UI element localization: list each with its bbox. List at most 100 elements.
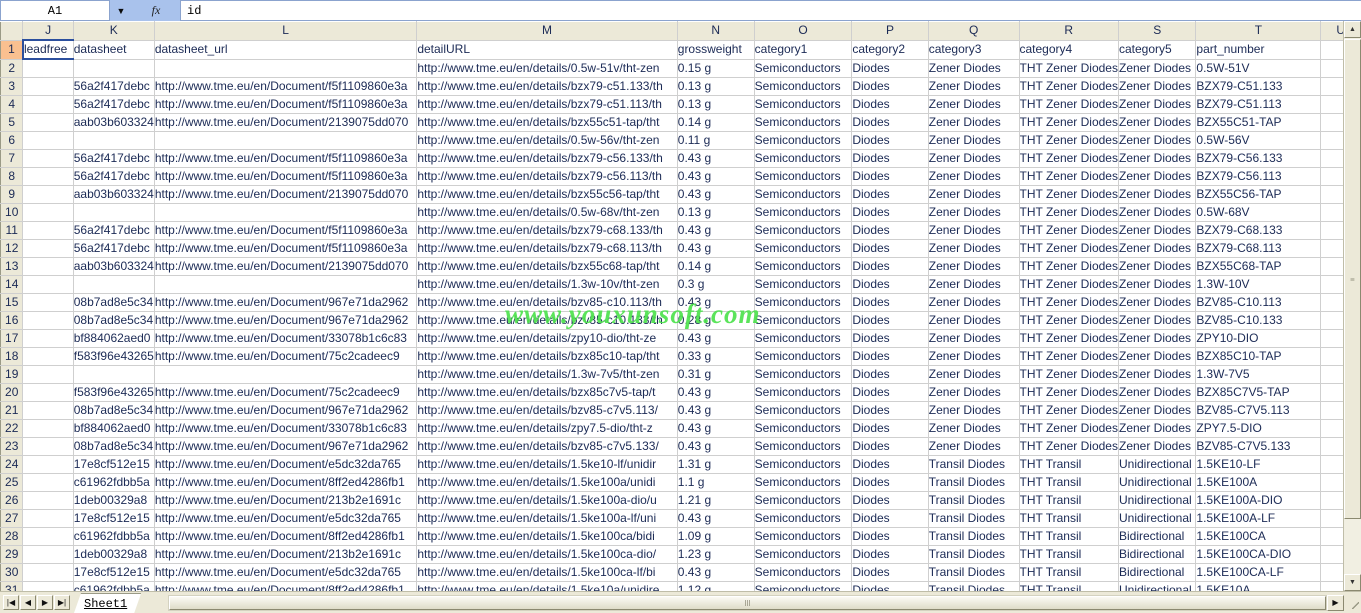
row-header-12[interactable]: 12: [0, 239, 24, 258]
cell-J5[interactable]: [22, 113, 74, 132]
cell-M3[interactable]: http://www.tme.eu/en/details/bzx79-c51.1…: [416, 77, 678, 96]
cell-M16[interactable]: http://www.tme.eu/en/details/bzv85-c10.1…: [416, 311, 678, 330]
row-header-23[interactable]: 23: [0, 437, 24, 456]
cell-K22[interactable]: bf884062aed0: [73, 419, 155, 438]
cell-P18[interactable]: Diodes: [851, 347, 929, 366]
cell-L30[interactable]: http://www.tme.eu/en/Document/e5dc32da76…: [154, 563, 418, 582]
cell-N12[interactable]: 0.43 g: [677, 239, 755, 258]
cell-K29[interactable]: 1deb00329a8: [73, 545, 155, 564]
table-row[interactable]: 26 1deb00329a8 http://www.tme.eu/en/Docume…: [0, 491, 1361, 510]
row-header-29[interactable]: 29: [0, 545, 24, 564]
cell-L8[interactable]: http://www.tme.eu/en/Document/f5f1109860…: [154, 167, 418, 186]
cell-P13[interactable]: Diodes: [851, 257, 929, 276]
cell-S3[interactable]: Zener Diodes: [1118, 77, 1197, 96]
cell-L25[interactable]: http://www.tme.eu/en/Document/8ff2ed4286…: [154, 473, 418, 492]
cell-S9[interactable]: Zener Diodes: [1118, 185, 1197, 204]
cell-L23[interactable]: http://www.tme.eu/en/Document/967e71da29…: [154, 437, 418, 456]
cell-L28[interactable]: http://www.tme.eu/en/Document/8ff2ed4286…: [154, 527, 418, 546]
cell-R16[interactable]: THT Zener Diodes: [1019, 311, 1119, 330]
cell-J27[interactable]: [22, 509, 74, 528]
cell-M17[interactable]: http://www.tme.eu/en/details/zpy10-dio/t…: [416, 329, 678, 348]
cell-L14[interactable]: [154, 275, 418, 294]
cell-O27[interactable]: Semiconductors: [754, 509, 853, 528]
column-header-S[interactable]: S: [1118, 21, 1197, 41]
cell-K28[interactable]: c61962fdbb5a: [73, 527, 155, 546]
row-header-11[interactable]: 11: [0, 221, 24, 240]
cell-K30[interactable]: 17e8cf512e15: [73, 563, 155, 582]
cell-L7[interactable]: http://www.tme.eu/en/Document/f5f1109860…: [154, 149, 418, 168]
cell-S16[interactable]: Zener Diodes: [1118, 311, 1197, 330]
cell-M20[interactable]: http://www.tme.eu/en/details/bzx85c7v5-t…: [416, 383, 678, 402]
cell-L1[interactable]: datasheet_url: [154, 40, 418, 60]
cell-J9[interactable]: [22, 185, 74, 204]
cell-P30[interactable]: Diodes: [851, 563, 929, 582]
cell-J24[interactable]: [22, 455, 74, 474]
cell-S11[interactable]: Zener Diodes: [1118, 221, 1197, 240]
cell-K16[interactable]: 08b7ad8e5c34: [73, 311, 155, 330]
cell-R13[interactable]: THT Zener Diodes: [1019, 257, 1119, 276]
prev-sheet-icon[interactable]: ◀: [20, 595, 36, 610]
cell-N5[interactable]: 0.14 g: [677, 113, 755, 132]
cell-S15[interactable]: Zener Diodes: [1118, 293, 1197, 312]
table-row[interactable]: 29 1deb00329a8 http://www.tme.eu/en/Docume…: [0, 545, 1361, 564]
row-header-3[interactable]: 3: [0, 77, 24, 96]
cell-T2[interactable]: 0.5W-51V: [1195, 59, 1322, 78]
cell-P6[interactable]: Diodes: [851, 131, 929, 150]
cell-L17[interactable]: http://www.tme.eu/en/Document/33078b1c6c…: [154, 329, 418, 348]
table-row[interactable]: 17 bf884062aed0 http://www.tme.eu/en/Docum…: [0, 329, 1361, 348]
cell-L31[interactable]: http://www.tme.eu/en/Document/8ff2ed4286…: [154, 581, 418, 591]
cell-R27[interactable]: THT Transil: [1019, 509, 1119, 528]
cell-L12[interactable]: http://www.tme.eu/en/Document/f5f1109860…: [154, 239, 418, 258]
table-row[interactable]: 13 aab03b603324 http://www.tme.eu/en/Docum…: [0, 257, 1361, 276]
cell-K20[interactable]: f583f96e43265: [73, 383, 155, 402]
cell-L13[interactable]: http://www.tme.eu/en/Document/2139075dd0…: [154, 257, 418, 276]
cell-P1[interactable]: category2: [851, 40, 929, 60]
cell-T28[interactable]: 1.5KE100CA: [1195, 527, 1322, 546]
cell-J10[interactable]: [22, 203, 74, 222]
cell-K10[interactable]: [73, 203, 155, 222]
vertical-scrollbar[interactable]: ▲ ≡ ▼: [1343, 21, 1361, 591]
cell-O8[interactable]: Semiconductors: [754, 167, 853, 186]
formula-input[interactable]: id: [180, 0, 1361, 21]
cell-T23[interactable]: BZV85-C7V5.133: [1195, 437, 1322, 456]
cell-Q19[interactable]: Zener Diodes: [928, 365, 1020, 384]
table-row[interactable]: 9 aab03b603324 http://www.tme.eu/en/Docume…: [0, 185, 1361, 204]
cell-S13[interactable]: Zener Diodes: [1118, 257, 1197, 276]
cell-Q7[interactable]: Zener Diodes: [928, 149, 1020, 168]
cell-P11[interactable]: Diodes: [851, 221, 929, 240]
cell-O21[interactable]: Semiconductors: [754, 401, 853, 420]
cell-K13[interactable]: aab03b603324: [73, 257, 155, 276]
cell-P17[interactable]: Diodes: [851, 329, 929, 348]
cell-T29[interactable]: 1.5KE100CA-DIO: [1195, 545, 1322, 564]
cell-O3[interactable]: Semiconductors: [754, 77, 853, 96]
cell-Q2[interactable]: Zener Diodes: [928, 59, 1020, 78]
cell-M8[interactable]: http://www.tme.eu/en/details/bzx79-c56.1…: [416, 167, 678, 186]
cell-S26[interactable]: Unidirectional: [1118, 491, 1197, 510]
cell-Q4[interactable]: Zener Diodes: [928, 95, 1020, 114]
cell-P8[interactable]: Diodes: [851, 167, 929, 186]
cell-K24[interactable]: 17e8cf512e15: [73, 455, 155, 474]
cell-K3[interactable]: 56a2f417debc: [73, 77, 155, 96]
scroll-right-icon[interactable]: ▶: [1327, 594, 1344, 611]
cell-P29[interactable]: Diodes: [851, 545, 929, 564]
cell-L3[interactable]: http://www.tme.eu/en/Document/f5f1109860…: [154, 77, 418, 96]
name-box[interactable]: A1: [0, 0, 110, 21]
first-sheet-icon[interactable]: |◀: [3, 595, 19, 610]
cell-M2[interactable]: http://www.tme.eu/en/details/0.5w-51v/th…: [416, 59, 678, 78]
cell-T16[interactable]: BZV85-C10.133: [1195, 311, 1322, 330]
cell-N4[interactable]: 0.13 g: [677, 95, 755, 114]
cell-S27[interactable]: Unidirectional: [1118, 509, 1197, 528]
cell-Q15[interactable]: Zener Diodes: [928, 293, 1020, 312]
cell-Q29[interactable]: Transil Diodes: [928, 545, 1020, 564]
cell-R28[interactable]: THT Transil: [1019, 527, 1119, 546]
cell-J3[interactable]: [22, 77, 74, 96]
cell-L21[interactable]: http://www.tme.eu/en/Document/967e71da29…: [154, 401, 418, 420]
cell-S25[interactable]: Unidirectional: [1118, 473, 1197, 492]
cell-L6[interactable]: [154, 131, 418, 150]
cell-M4[interactable]: http://www.tme.eu/en/details/bzx79-c51.1…: [416, 95, 678, 114]
cell-Q3[interactable]: Zener Diodes: [928, 77, 1020, 96]
cell-S24[interactable]: Unidirectional: [1118, 455, 1197, 474]
row-header-26[interactable]: 26: [0, 491, 24, 510]
cell-O9[interactable]: Semiconductors: [754, 185, 853, 204]
cell-Q28[interactable]: Transil Diodes: [928, 527, 1020, 546]
